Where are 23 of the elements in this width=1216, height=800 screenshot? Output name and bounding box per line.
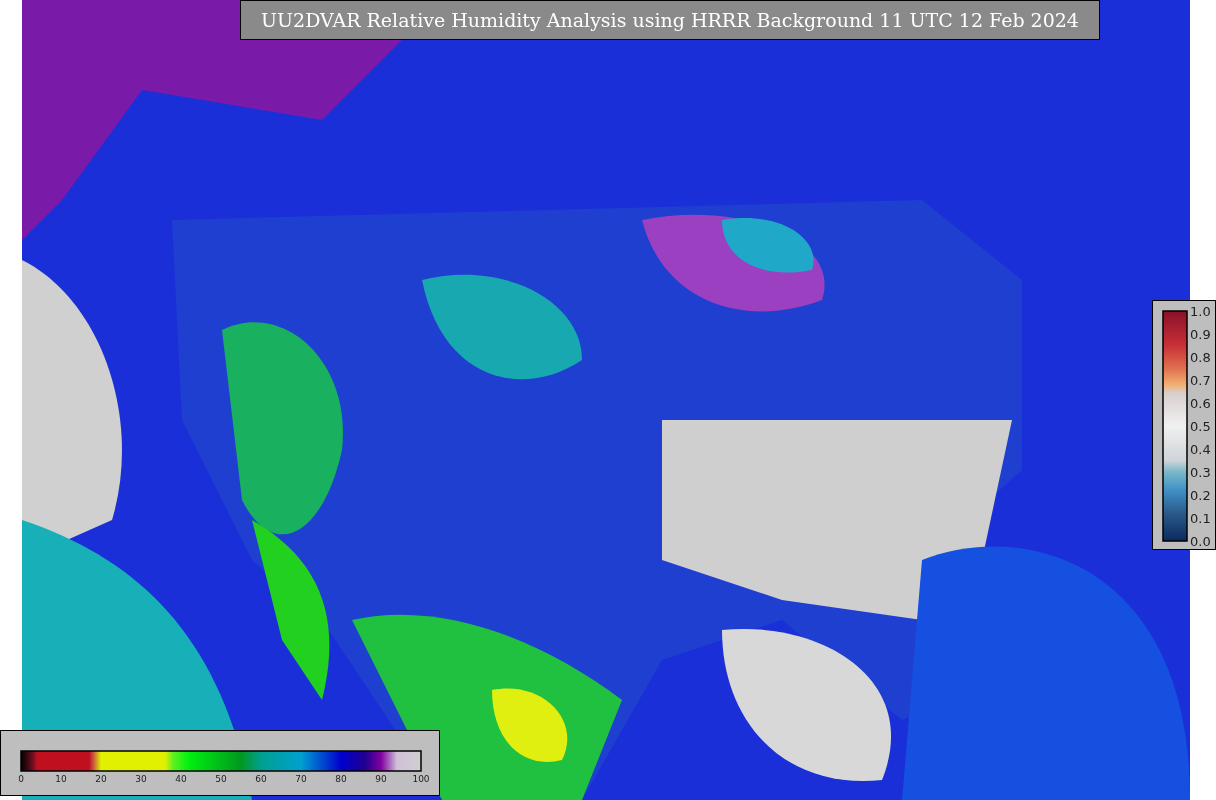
tick-label: 80 [335,775,347,784]
tick-label: 100 [412,775,430,784]
tick-label: 0.1 [1190,511,1211,525]
tick-label: 0.7 [1190,373,1211,387]
tick-label: 0.2 [1190,488,1211,502]
tick-label: 0.0 [1190,534,1211,548]
tick-label: 50 [215,775,227,784]
tick-label: 0.3 [1190,465,1211,479]
tick-label: 30 [135,775,147,784]
tick-label: 0 [18,775,24,784]
tick-label: 20 [95,775,107,784]
tick-label: 0.9 [1190,327,1211,341]
tick-label: 0.8 [1190,350,1211,364]
tick-label: 1.0 [1190,304,1211,318]
tick-label: 0.5 [1190,419,1211,433]
tick-label: 40 [175,775,187,784]
tick-label: 90 [375,775,387,784]
tick-label: 60 [255,775,267,784]
tick-label: 0.6 [1190,396,1211,410]
tick-label: 10 [55,775,67,784]
tick-label: 70 [295,775,307,784]
map-title: UU2DVAR Relative Humidity Analysis using HRRR Background 11 UTC 12 Feb 2024 [240,0,1100,40]
tick-label: 0.4 [1190,442,1211,456]
